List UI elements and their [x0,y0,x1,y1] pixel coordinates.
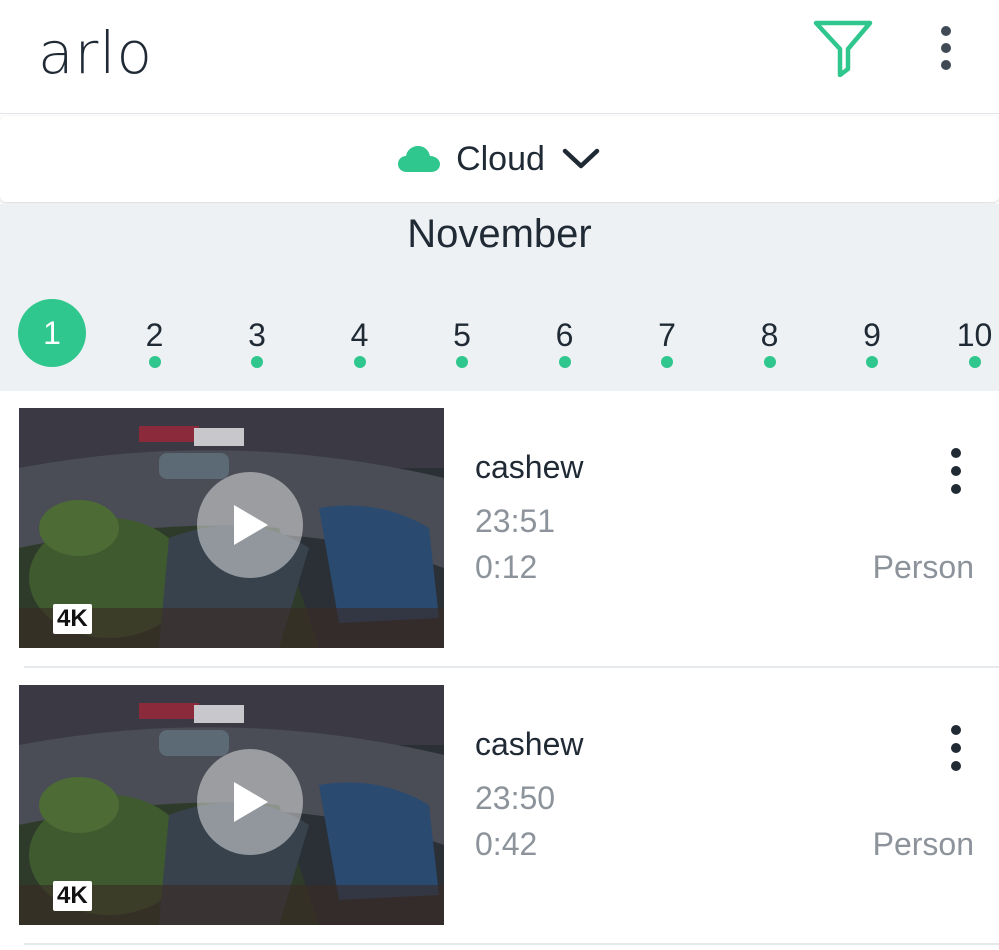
day-2[interactable]: 2 [120,316,190,386]
day-number: 1 [43,315,61,351]
recording-item[interactable]: 4K cashew 23:51 0:12 Person [0,391,999,668]
more-dot [951,484,961,494]
more-dot [941,60,951,70]
more-vertical-icon [951,725,961,735]
recording-indicator-dot [763,356,776,368]
day-number: 7 [658,317,676,353]
cloud-icon [398,146,441,172]
day-number: 9 [863,317,881,353]
recording-time: 23:50 [475,780,556,816]
more-vertical-icon [951,448,961,458]
recording-indicator-dot [148,356,161,368]
recording-thumbnail[interactable]: 4K [19,408,444,648]
recording-indicator-dot [558,356,571,368]
recording-item[interactable]: 4K cashew 23:50 0:42 Person [0,668,999,945]
more-dot [951,761,961,771]
more-vertical-icon [941,26,951,36]
day-number: 10 [956,317,993,353]
recording-indicator-dot [456,356,468,368]
recording-indicator-dot [661,356,673,368]
recording-duration: 0:12 [475,549,538,585]
recording-duration: 0:42 [475,826,538,862]
recording-options-button[interactable] [936,439,976,503]
day-number: 8 [760,317,779,353]
day-number: 4 [350,317,369,353]
day-number: 5 [453,317,471,353]
detection-tag: Person [872,826,974,862]
more-dot [951,466,961,476]
day-7[interactable]: 7 [632,316,702,386]
recording-indicator-dot [968,356,981,368]
play-button[interactable] [197,472,303,578]
more-dot [941,43,951,53]
filter-button[interactable] [806,14,880,80]
filter-icon [813,20,873,77]
divider [24,943,999,945]
play-button[interactable] [197,749,303,855]
day-5[interactable]: 5 [427,316,497,386]
day-number: 2 [145,317,164,353]
day-number: 3 [248,317,266,353]
recording-options-button[interactable] [936,716,976,780]
detection-tag: Person [872,549,974,585]
month-title: November [407,212,592,256]
day-9[interactable]: 9 [837,316,907,386]
chevron-down-icon [562,148,600,169]
more-options-button[interactable] [924,20,968,76]
day-3[interactable]: 3 [222,316,292,386]
4k-badge: 4K [53,604,92,634]
arlo-logo: arlo [38,19,153,87]
play-icon [234,505,268,545]
day-number: 6 [555,317,574,353]
recording-indicator-dot [866,356,878,368]
camera-name: cashew [475,726,584,762]
recording-indicator-dot [251,356,263,368]
recording-time: 23:51 [475,503,556,539]
source-label: Cloud [456,139,545,178]
camera-name: cashew [475,449,584,485]
day-6[interactable]: 6 [530,316,600,386]
storage-source-dropdown[interactable]: Cloud [0,116,999,202]
recording-indicator-dot [353,356,366,368]
4k-badge: 4K [53,881,92,911]
more-dot [951,743,961,753]
app-header: arlo [0,0,999,114]
day-10[interactable]: 10 [940,316,999,386]
day-8[interactable]: 8 [735,316,805,386]
day-1[interactable]: 1 [18,299,86,367]
play-icon [234,782,268,822]
recording-thumbnail[interactable]: 4K [19,685,444,925]
day-4[interactable]: 4 [325,316,395,386]
